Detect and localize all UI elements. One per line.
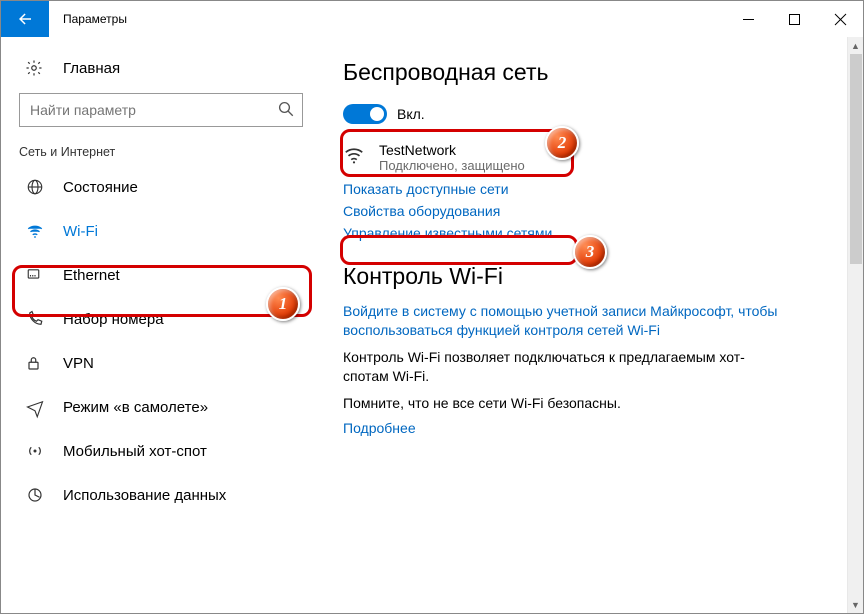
globe-icon bbox=[25, 178, 45, 196]
sidebar-item-airplane[interactable]: Режим «в самолете» bbox=[1, 385, 321, 429]
scroll-down-button[interactable]: ▼ bbox=[848, 596, 863, 613]
scroll-up-button[interactable]: ▲ bbox=[848, 37, 863, 54]
sidebar-item-label: Использование данных bbox=[63, 487, 226, 504]
scroll-thumb[interactable] bbox=[850, 54, 862, 264]
sidebar-item-vpn[interactable]: VPN bbox=[1, 341, 321, 385]
link-signin-microsoft[interactable]: Войдите в систему с помощью учетной запи… bbox=[343, 302, 783, 340]
body-text-1: Контроль Wi-Fi позволяет подключаться к … bbox=[343, 348, 783, 386]
titlebar: Параметры bbox=[1, 1, 863, 37]
sidebar-item-label: Набор номера bbox=[63, 311, 164, 328]
main-panel: Беспроводная сеть Вкл. TestNetwork Подкл… bbox=[321, 37, 863, 613]
wifi-icon bbox=[25, 222, 45, 240]
link-hardware-properties[interactable]: Свойства оборудования bbox=[343, 203, 853, 219]
body-text-2: Помните, что не все сети Wi-Fi безопасны… bbox=[343, 394, 783, 413]
sidebar-item-label: Режим «в самолете» bbox=[63, 399, 208, 416]
heading-wireless: Беспроводная сеть bbox=[343, 59, 853, 86]
close-icon bbox=[835, 14, 846, 25]
window-title: Параметры bbox=[63, 12, 127, 26]
sidebar-item-label: Wi-Fi bbox=[63, 223, 98, 240]
phone-icon bbox=[25, 310, 45, 328]
wifi-toggle-label: Вкл. bbox=[397, 106, 425, 122]
sidebar-item-label: VPN bbox=[63, 355, 94, 372]
network-status: Подключено, защищено bbox=[379, 158, 525, 173]
sidebar-home[interactable]: Главная bbox=[1, 51, 321, 85]
sidebar-home-label: Главная bbox=[63, 60, 120, 77]
sidebar-item-datausage[interactable]: Использование данных bbox=[1, 473, 321, 517]
ethernet-icon bbox=[25, 266, 45, 284]
window-controls bbox=[725, 1, 863, 37]
arrow-left-icon bbox=[16, 10, 34, 28]
link-learn-more[interactable]: Подробнее bbox=[343, 420, 853, 436]
sidebar-item-label: Ethernet bbox=[63, 267, 120, 284]
sidebar-section-label: Сеть и Интернет bbox=[1, 141, 321, 165]
heading-wifi-control: Контроль Wi-Fi bbox=[343, 263, 853, 290]
back-button[interactable] bbox=[1, 1, 49, 37]
wifi-toggle[interactable] bbox=[343, 104, 387, 124]
close-button[interactable] bbox=[817, 1, 863, 37]
search-icon bbox=[277, 100, 295, 118]
data-usage-icon bbox=[25, 486, 45, 504]
connected-network[interactable]: TestNetwork Подключено, защищено bbox=[343, 142, 853, 173]
wifi-icon bbox=[343, 142, 369, 166]
network-name: TestNetwork bbox=[379, 142, 525, 158]
hotspot-icon bbox=[25, 442, 45, 460]
maximize-icon bbox=[789, 14, 800, 25]
maximize-button[interactable] bbox=[771, 1, 817, 37]
sidebar-item-label: Состояние bbox=[63, 179, 138, 196]
sidebar-item-wifi[interactable]: Wi-Fi bbox=[1, 209, 321, 253]
sidebar-item-status[interactable]: Состояние bbox=[1, 165, 321, 209]
search-input[interactable] bbox=[19, 93, 303, 127]
wifi-toggle-row: Вкл. bbox=[343, 100, 853, 128]
sidebar-item-hotspot[interactable]: Мобильный хот-спот bbox=[1, 429, 321, 473]
link-manage-networks[interactable]: Управление известными сетями bbox=[343, 225, 853, 241]
sidebar: Главная Сеть и Интернет Состояние Wi-Fi … bbox=[1, 37, 321, 613]
sidebar-item-label: Мобильный хот-спот bbox=[63, 443, 207, 460]
gear-icon bbox=[25, 59, 45, 77]
vpn-icon bbox=[25, 354, 45, 372]
vertical-scrollbar[interactable]: ▲ ▼ bbox=[847, 37, 863, 613]
minimize-button[interactable] bbox=[725, 1, 771, 37]
link-show-networks[interactable]: Показать доступные сети bbox=[343, 181, 853, 197]
airplane-icon bbox=[25, 398, 45, 416]
minimize-icon bbox=[743, 14, 754, 25]
sidebar-item-ethernet[interactable]: Ethernet bbox=[1, 253, 321, 297]
sidebar-item-dialup[interactable]: Набор номера bbox=[1, 297, 321, 341]
